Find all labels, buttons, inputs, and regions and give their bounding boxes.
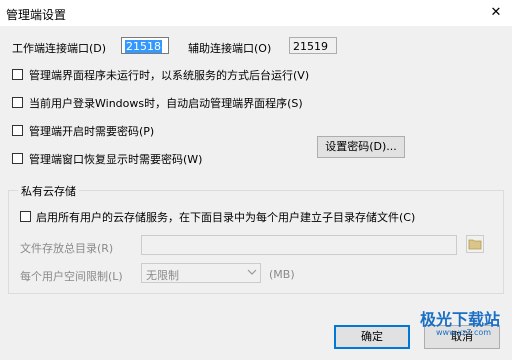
worker-port-input[interactable]: 21518	[121, 37, 169, 54]
option-autostart-label: 当前用户登录Windows时，自动启动管理端界面程序(S)	[29, 97, 303, 110]
watermark-logo: 极光下载站 www.xz7.com	[398, 306, 508, 350]
option-background-service-label: 管理端界面程序未运行时，以系统服务的方式后台运行(V)	[29, 69, 310, 82]
option-password-on-open-checkbox[interactable]	[12, 125, 23, 136]
watermark-url: www.xz7.com	[436, 328, 492, 337]
aux-port-value: 21519	[293, 40, 328, 53]
user-quota-value: 无限制	[146, 269, 179, 282]
option-password-on-restore-checkbox[interactable]	[12, 153, 23, 164]
private-cloud-group-title: 私有云存储	[18, 183, 79, 199]
enable-cloud-storage-checkbox[interactable]	[20, 211, 31, 222]
storage-dir-input[interactable]	[141, 235, 457, 255]
aux-port-input[interactable]: 21519	[289, 37, 337, 54]
close-icon[interactable]: ✕	[486, 3, 506, 23]
aux-port-label: 辅助连接端口(O)	[188, 42, 272, 55]
title-bar	[0, 0, 512, 26]
worker-port-label: 工作端连接端口(D)	[12, 42, 107, 55]
folder-icon[interactable]	[466, 235, 484, 253]
user-quota-unit: (MB)	[269, 268, 295, 281]
user-quota-label: 每个用户空间限制(L)	[20, 270, 123, 283]
user-quota-select[interactable]: 无限制	[141, 263, 261, 283]
window-title: 管理端设置	[6, 8, 67, 22]
option-password-on-open-label: 管理端开启时需要密码(P)	[29, 125, 155, 138]
chevron-down-icon	[247, 266, 257, 281]
storage-dir-label: 文件存放总目录(R)	[20, 242, 114, 255]
option-background-service-checkbox[interactable]	[12, 69, 23, 80]
watermark-text: 极光下载站	[420, 310, 501, 329]
set-password-button[interactable]: 设置密码(D)...	[317, 136, 405, 158]
option-autostart-checkbox[interactable]	[12, 97, 23, 108]
enable-cloud-storage-label: 启用所有用户的云存储服务，在下面目录中为每个用户建立子目录存储文件(C)	[36, 211, 416, 224]
option-password-on-restore-label: 管理端窗口恢复显示时需要密码(W)	[29, 153, 203, 166]
worker-port-value: 21518	[125, 40, 162, 53]
